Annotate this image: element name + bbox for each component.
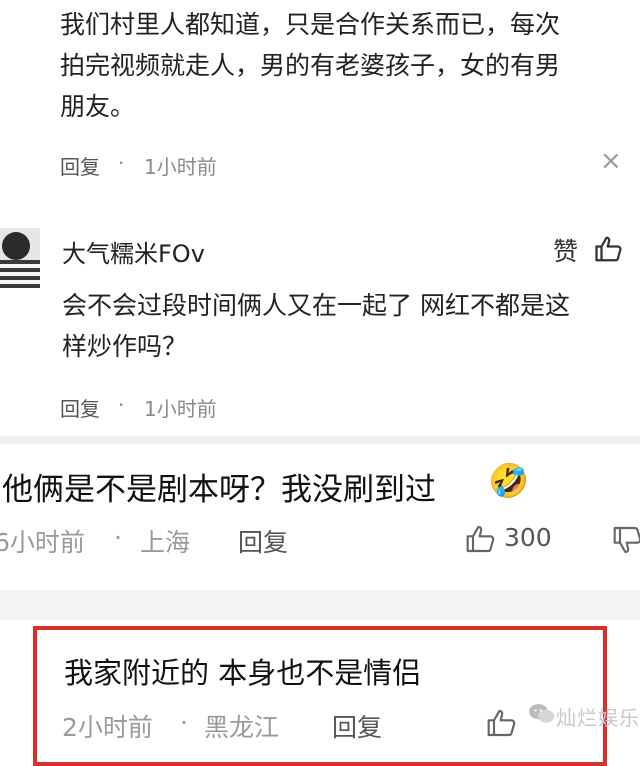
comment1-reply-button[interactable]: 回复 bbox=[60, 151, 100, 180]
comment4-reply-button[interactable]: 回复 bbox=[332, 708, 382, 744]
section-divider bbox=[0, 590, 640, 620]
thumbs-up-icon[interactable] bbox=[486, 707, 518, 739]
comment3-time: 6小时前 bbox=[0, 528, 85, 557]
thumbs-up-icon[interactable] bbox=[465, 523, 497, 555]
highlight-frame bbox=[33, 626, 607, 766]
comment1-time: 1小时前 bbox=[144, 155, 217, 179]
comment2-time: 1小时前 bbox=[144, 397, 217, 421]
comment4-time: 2小时前 bbox=[62, 713, 153, 742]
wechat-logo-icon bbox=[528, 700, 556, 728]
comment3-location: 上海 bbox=[140, 528, 191, 557]
comment1-dot: · bbox=[118, 151, 125, 175]
watermark-text: 灿烂娱乐 bbox=[556, 706, 640, 730]
thumbs-up-icon[interactable] bbox=[594, 234, 624, 264]
comment1-text-line1: 我们村里人都知道，只是合作关系而已，每次 bbox=[60, 10, 561, 39]
comment3-reply-button[interactable]: 回复 bbox=[238, 523, 288, 559]
comment2-text-line1: 会不会过段时间俩人又在一起了 网红不都是这 bbox=[62, 291, 570, 320]
comment3-text: 他俩是不是剧本呀？我没刷到过 bbox=[2, 472, 436, 508]
comment1-text-line2: 拍完视频就走人，男的有老婆孩子，女的有男 bbox=[60, 51, 561, 80]
comment2-text-line2: 样炒作吗？ bbox=[62, 332, 188, 361]
avatar[interactable] bbox=[0, 228, 40, 288]
comment1-text-line3: 朋友。 bbox=[60, 92, 136, 121]
comment4-dot: · bbox=[180, 708, 188, 737]
comment2-like-label[interactable]: 赞 bbox=[553, 232, 578, 268]
laughing-emoji-icon: 🤣 bbox=[488, 461, 530, 500]
comment3-dot: · bbox=[114, 523, 122, 552]
thumbs-down-icon[interactable] bbox=[612, 524, 640, 556]
comment2-username[interactable]: 大气糯米FOv bbox=[62, 234, 205, 269]
section-divider bbox=[0, 436, 640, 444]
comment3-like-count: 300 bbox=[504, 523, 552, 552]
close-icon[interactable]: × bbox=[600, 146, 622, 176]
comment2-reply-button[interactable]: 回复 bbox=[60, 393, 100, 422]
comment4-text: 我家附近的 本身也不是情侣 bbox=[64, 656, 422, 690]
comment4-location: 黑龙江 bbox=[204, 713, 280, 742]
comment2-dot: · bbox=[118, 393, 125, 417]
